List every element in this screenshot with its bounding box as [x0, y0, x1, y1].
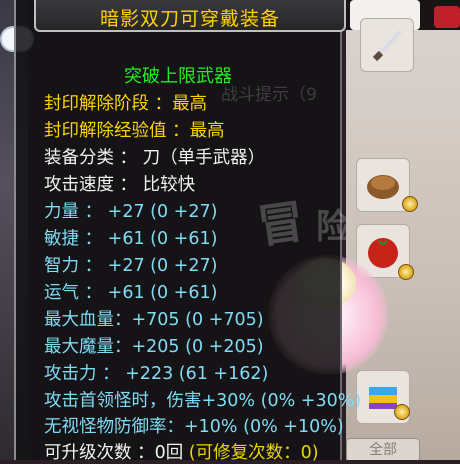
seal-stage-row: 封印解除阶段 ：最高	[44, 90, 207, 115]
upgrade-count-row: 可升级次数 ：0回 (可修复次数：0)	[44, 439, 319, 464]
faint-background-text: 战斗提示（9	[221, 85, 317, 105]
seal-exp-label: 封印解除经验值 ：	[44, 121, 190, 141]
tomato-icon	[368, 238, 398, 268]
stat-row-ignore-defense: 无视怪物防御率：+10% (0% +10%)	[44, 413, 344, 438]
stat-value: +30% (0% +30%)	[201, 391, 362, 411]
stat-label: 无视怪物防御率：	[44, 417, 184, 437]
upgrade-count-value: 0回	[154, 443, 184, 463]
stat-label: 运气 ：	[44, 283, 103, 303]
stat-value: +205 (0 +205)	[131, 337, 264, 357]
bread-icon	[367, 175, 399, 199]
coin-icon	[394, 404, 410, 420]
seal-stage-label: 封印解除阶段 ：	[44, 94, 173, 114]
seal-exp-value: 最高	[189, 121, 225, 141]
equip-category: 装备分类 ： 刀（单手武器）	[44, 148, 266, 168]
item-title: 暗影双刀可穿戴装备	[99, 8, 280, 30]
red-item-icon	[434, 6, 460, 28]
stat-value: +705 (0 +705)	[131, 310, 264, 330]
stat-value: +27 (0 +27)	[107, 202, 218, 222]
stat-row-int: 智力 ： +27 (0 +27)	[44, 252, 217, 277]
stat-row-attack: 攻击力 ： +223 (61 +162)	[44, 360, 268, 385]
sword-icon	[372, 29, 403, 62]
stat-label: 智力 ：	[44, 256, 103, 276]
attack-speed: 攻击速度 ： 比较快	[44, 175, 196, 195]
stat-label: 力量 ：	[44, 202, 103, 222]
stat-value: +223 (61 +162)	[125, 364, 269, 384]
stat-value: +10% (0% +10%)	[184, 417, 344, 437]
stat-label: 最大血量：	[44, 310, 132, 330]
inventory-slot-sword[interactable]	[360, 18, 414, 72]
stat-label: 最大魔量：	[44, 337, 132, 357]
stat-row-str: 力量 ： +27 (0 +27)	[44, 198, 217, 223]
stat-value: +61 (0 +61)	[107, 283, 218, 303]
stat-row-max-hp: 最大血量：+705 (0 +705)	[44, 306, 264, 331]
tooltip-title-bar: 暗影双刀可穿戴装备	[34, 0, 346, 32]
stat-label: 攻击首领怪时，伤害	[44, 391, 202, 411]
stat-row-dex: 敏捷 ： +61 (0 +61)	[44, 225, 217, 250]
stat-row-luk: 运气 ： +61 (0 +61)	[44, 279, 217, 304]
seal-stage-value: 最高	[172, 94, 208, 114]
stat-row-boss-damage: 攻击首领怪时，伤害+30% (0% +30%)	[44, 387, 361, 412]
stat-label: 攻击力 ：	[44, 364, 120, 384]
game-logo-watermark: 冒 险	[254, 194, 346, 254]
seal-exp-row: 封印解除经验值 ：最高	[44, 117, 225, 142]
svg-text:冒: 冒	[254, 194, 307, 254]
stat-label: 敏捷 ：	[44, 229, 103, 249]
stat-value: +61 (0 +61)	[107, 229, 218, 249]
item-tooltip: 暗影双刀可穿戴装备 突破上限武器 战斗提示（9 冒 险 封印解除阶段 ：最高 封…	[14, 0, 361, 463]
coin-icon	[398, 264, 414, 280]
stat-row-max-mp: 最大魔量：+205 (0 +205)	[44, 333, 264, 358]
coin-icon	[402, 196, 418, 212]
upgrade-count-label: 可升级次数 ：	[44, 443, 155, 463]
svg-text:险: 险	[316, 207, 346, 247]
inventory-tab-button[interactable]: 全部	[346, 438, 420, 460]
stat-value: +27 (0 +27)	[107, 256, 218, 276]
repair-count: (可修复次数：0)	[188, 443, 319, 463]
